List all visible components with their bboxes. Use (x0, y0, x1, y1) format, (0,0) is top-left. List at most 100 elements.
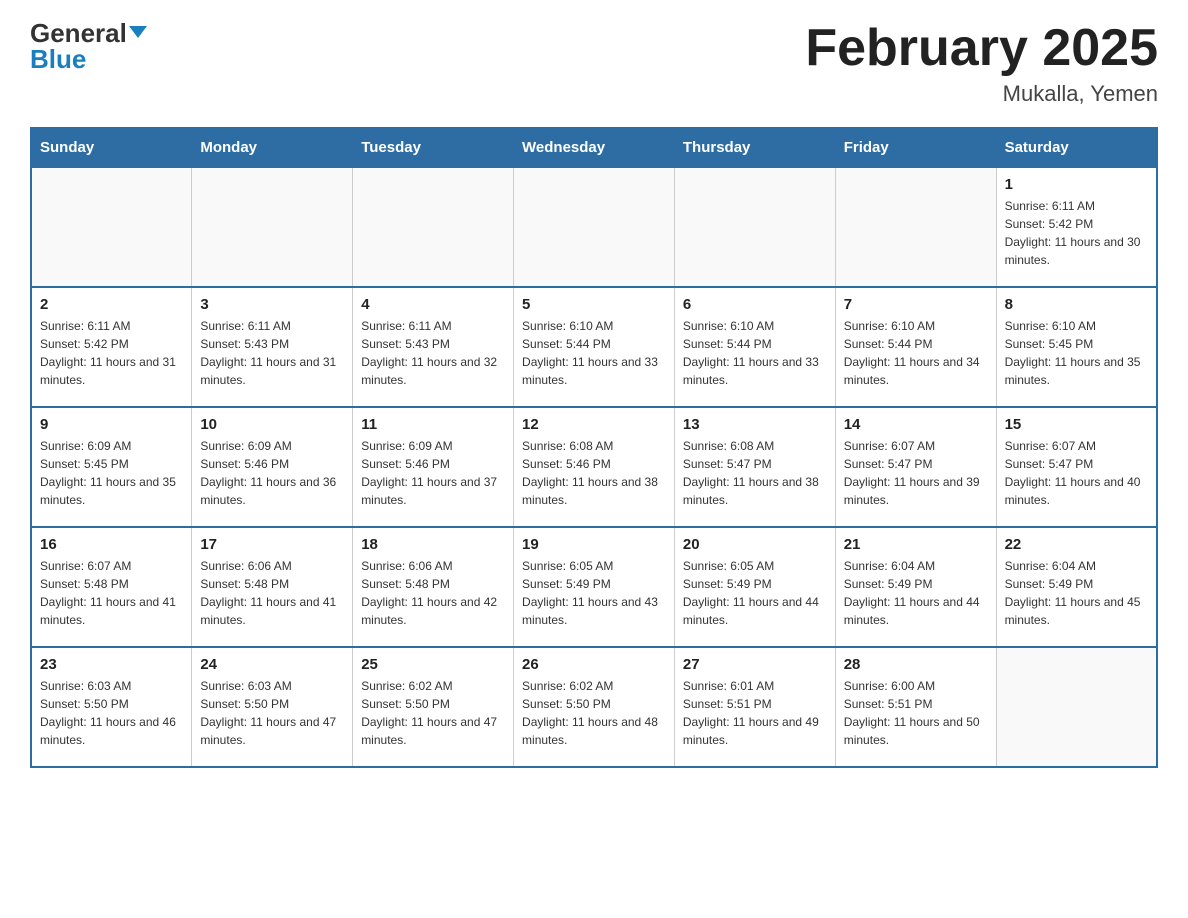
day-info: Sunrise: 6:09 AMSunset: 5:45 PMDaylight:… (40, 437, 183, 509)
calendar-table: SundayMondayTuesdayWednesdayThursdayFrid… (30, 127, 1158, 768)
day-info: Sunrise: 6:10 AMSunset: 5:44 PMDaylight:… (683, 317, 827, 389)
day-number: 15 (1005, 416, 1148, 433)
day-info: Sunrise: 6:01 AMSunset: 5:51 PMDaylight:… (683, 677, 827, 749)
day-info: Sunrise: 6:04 AMSunset: 5:49 PMDaylight:… (1005, 557, 1148, 629)
logo: General Blue (30, 20, 147, 72)
day-number: 9 (40, 416, 183, 433)
day-number: 19 (522, 536, 666, 553)
calendar-cell: 16 Sunrise: 6:07 AMSunset: 5:48 PMDayligh… (31, 527, 192, 647)
day-info: Sunrise: 6:10 AMSunset: 5:44 PMDaylight:… (844, 317, 988, 389)
day-info: Sunrise: 6:03 AMSunset: 5:50 PMDaylight:… (40, 677, 183, 749)
day-info: Sunrise: 6:06 AMSunset: 5:48 PMDaylight:… (361, 557, 505, 629)
day-number: 13 (683, 416, 827, 433)
day-number: 27 (683, 656, 827, 673)
day-number: 17 (200, 536, 344, 553)
calendar-cell: 23 Sunrise: 6:03 AMSunset: 5:50 PMDayligh… (31, 647, 192, 767)
day-info: Sunrise: 6:09 AMSunset: 5:46 PMDaylight:… (200, 437, 344, 509)
calendar-cell: 26 Sunrise: 6:02 AMSunset: 5:50 PMDayligh… (514, 647, 675, 767)
month-title: February 2025 (805, 20, 1158, 77)
title-area: February 2025 Mukalla, Yemen (805, 20, 1158, 107)
weekday-header-sunday: Sunday (31, 128, 192, 167)
calendar-cell: 24 Sunrise: 6:03 AMSunset: 5:50 PMDayligh… (192, 647, 353, 767)
calendar-cell: 1 Sunrise: 6:11 AMSunset: 5:42 PMDaylight… (996, 167, 1157, 287)
calendar-cell: 2Sunrise: 6:11 AMSunset: 5:42 PMDaylight… (31, 287, 192, 407)
calendar-cell: 20 Sunrise: 6:05 AMSunset: 5:49 PMDayligh… (674, 527, 835, 647)
day-info: Sunrise: 6:11 AMSunset: 5:42 PMDaylight:… (1005, 197, 1148, 269)
calendar-cell: 8 Sunrise: 6:10 AMSunset: 5:45 PMDaylight… (996, 287, 1157, 407)
day-info: Sunrise: 6:04 AMSunset: 5:49 PMDaylight:… (844, 557, 988, 629)
weekday-header-monday: Monday (192, 128, 353, 167)
day-number: 3 (200, 296, 344, 313)
calendar-cell: 10 Sunrise: 6:09 AMSunset: 5:46 PMDayligh… (192, 407, 353, 527)
calendar-week-row: 9 Sunrise: 6:09 AMSunset: 5:45 PMDaylight… (31, 407, 1157, 527)
day-info: Sunrise: 6:10 AMSunset: 5:44 PMDaylight:… (522, 317, 666, 389)
day-info: Sunrise: 6:07 AMSunset: 5:47 PMDaylight:… (1005, 437, 1148, 509)
day-number: 26 (522, 656, 666, 673)
calendar-cell: 11Sunrise: 6:09 AMSunset: 5:46 PMDayligh… (353, 407, 514, 527)
day-info: Sunrise: 6:11 AMSunset: 5:43 PMDaylight:… (361, 317, 505, 389)
calendar-week-row: 16 Sunrise: 6:07 AMSunset: 5:48 PMDayligh… (31, 527, 1157, 647)
day-number: 8 (1005, 296, 1148, 313)
day-info: Sunrise: 6:08 AMSunset: 5:47 PMDaylight:… (683, 437, 827, 509)
calendar-cell (835, 167, 996, 287)
day-info: Sunrise: 6:05 AMSunset: 5:49 PMDaylight:… (522, 557, 666, 629)
calendar-cell: 27 Sunrise: 6:01 AMSunset: 5:51 PMDayligh… (674, 647, 835, 767)
day-info: Sunrise: 6:09 AMSunset: 5:46 PMDaylight:… (361, 437, 505, 509)
logo-triangle-icon (129, 26, 147, 38)
day-number: 23 (40, 656, 183, 673)
calendar-cell: 9 Sunrise: 6:09 AMSunset: 5:45 PMDaylight… (31, 407, 192, 527)
day-number: 7 (844, 296, 988, 313)
day-info: Sunrise: 6:07 AMSunset: 5:48 PMDaylight:… (40, 557, 183, 629)
calendar-cell (192, 167, 353, 287)
day-info: Sunrise: 6:06 AMSunset: 5:48 PMDaylight:… (200, 557, 344, 629)
calendar-cell: 13 Sunrise: 6:08 AMSunset: 5:47 PMDayligh… (674, 407, 835, 527)
logo-general-text: General (30, 20, 147, 46)
calendar-header-row: SundayMondayTuesdayWednesdayThursdayFrid… (31, 128, 1157, 167)
calendar-cell: 4 Sunrise: 6:11 AMSunset: 5:43 PMDaylight… (353, 287, 514, 407)
day-number: 14 (844, 416, 988, 433)
calendar-cell (514, 167, 675, 287)
calendar-week-row: 2Sunrise: 6:11 AMSunset: 5:42 PMDaylight… (31, 287, 1157, 407)
calendar-cell (996, 647, 1157, 767)
day-info: Sunrise: 6:08 AMSunset: 5:46 PMDaylight:… (522, 437, 666, 509)
day-number: 12 (522, 416, 666, 433)
calendar-cell: 6 Sunrise: 6:10 AMSunset: 5:44 PMDaylight… (674, 287, 835, 407)
day-number: 6 (683, 296, 827, 313)
calendar-week-row: 23 Sunrise: 6:03 AMSunset: 5:50 PMDayligh… (31, 647, 1157, 767)
day-info: Sunrise: 6:11 AMSunset: 5:43 PMDaylight:… (200, 317, 344, 389)
calendar-cell: 28Sunrise: 6:00 AMSunset: 5:51 PMDayligh… (835, 647, 996, 767)
day-number: 1 (1005, 176, 1148, 193)
logo-blue-text: Blue (30, 46, 86, 72)
calendar-cell: 7 Sunrise: 6:10 AMSunset: 5:44 PMDaylight… (835, 287, 996, 407)
weekday-header-friday: Friday (835, 128, 996, 167)
calendar-cell: 19 Sunrise: 6:05 AMSunset: 5:49 PMDayligh… (514, 527, 675, 647)
calendar-cell: 25Sunrise: 6:02 AMSunset: 5:50 PMDayligh… (353, 647, 514, 767)
calendar-cell: 3 Sunrise: 6:11 AMSunset: 5:43 PMDaylight… (192, 287, 353, 407)
day-number: 25 (361, 656, 505, 673)
weekday-header-tuesday: Tuesday (353, 128, 514, 167)
calendar-cell: 12 Sunrise: 6:08 AMSunset: 5:46 PMDayligh… (514, 407, 675, 527)
day-number: 10 (200, 416, 344, 433)
calendar-cell: 14Sunrise: 6:07 AMSunset: 5:47 PMDayligh… (835, 407, 996, 527)
weekday-header-wednesday: Wednesday (514, 128, 675, 167)
day-number: 20 (683, 536, 827, 553)
calendar-cell: 22 Sunrise: 6:04 AMSunset: 5:49 PMDayligh… (996, 527, 1157, 647)
day-number: 24 (200, 656, 344, 673)
calendar-cell (674, 167, 835, 287)
calendar-cell (31, 167, 192, 287)
day-info: Sunrise: 6:05 AMSunset: 5:49 PMDaylight:… (683, 557, 827, 629)
day-number: 5 (522, 296, 666, 313)
day-info: Sunrise: 6:02 AMSunset: 5:50 PMDaylight:… (522, 677, 666, 749)
day-info: Sunrise: 6:10 AMSunset: 5:45 PMDaylight:… (1005, 317, 1148, 389)
day-number: 28 (844, 656, 988, 673)
day-number: 22 (1005, 536, 1148, 553)
calendar-cell: 17 Sunrise: 6:06 AMSunset: 5:48 PMDayligh… (192, 527, 353, 647)
day-info: Sunrise: 6:03 AMSunset: 5:50 PMDaylight:… (200, 677, 344, 749)
day-number: 21 (844, 536, 988, 553)
calendar-cell: 18Sunrise: 6:06 AMSunset: 5:48 PMDayligh… (353, 527, 514, 647)
calendar-cell: 5 Sunrise: 6:10 AMSunset: 5:44 PMDaylight… (514, 287, 675, 407)
day-number: 4 (361, 296, 505, 313)
day-number: 2 (40, 296, 183, 313)
day-number: 16 (40, 536, 183, 553)
weekday-header-saturday: Saturday (996, 128, 1157, 167)
